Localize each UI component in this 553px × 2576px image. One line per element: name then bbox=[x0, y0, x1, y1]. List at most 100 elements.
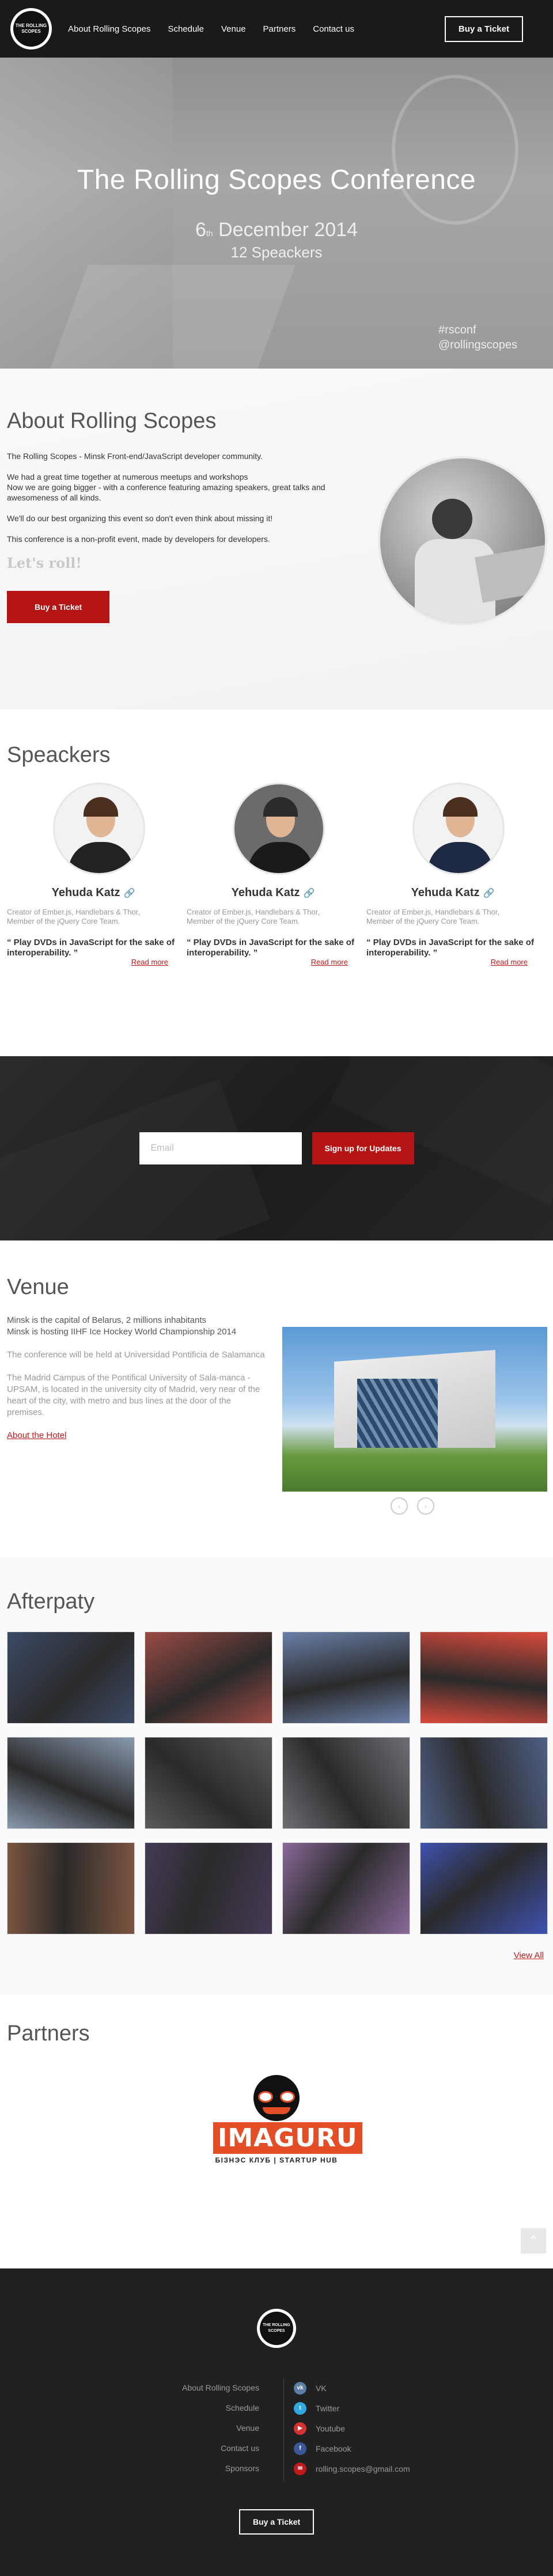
buy-ticket-button[interactable]: Buy a Ticket bbox=[239, 2509, 315, 2535]
speaker-name-row: Yehuda Katz 🔗 bbox=[7, 886, 180, 900]
facebook-icon: f bbox=[294, 2442, 306, 2455]
speaker-avatar[interactable] bbox=[412, 783, 505, 875]
nav-link-partners[interactable]: Partners bbox=[263, 24, 296, 34]
gallery-photo[interactable] bbox=[282, 1737, 410, 1829]
view-all-link[interactable]: View All bbox=[514, 1951, 544, 1960]
venue-line: Minsk is the capital of Belarus, 2 milli… bbox=[7, 1315, 206, 1325]
link-icon[interactable]: 🔗 bbox=[124, 889, 135, 898]
logo-text: THE ROLLING SCOPES bbox=[13, 11, 49, 47]
about-title: About Rolling Scopes bbox=[7, 409, 217, 433]
youtube-icon: ▶ bbox=[294, 2422, 306, 2435]
speaker-quote: “ Play DVDs in JavaScript for the sake o… bbox=[366, 938, 534, 958]
link-icon[interactable]: 🔗 bbox=[483, 889, 495, 898]
nav-link-contact[interactable]: Contact us bbox=[313, 24, 354, 34]
avatar-shape bbox=[84, 797, 118, 817]
speaker-quote: “ Play DVDs in JavaScript for the sake o… bbox=[187, 938, 354, 958]
sign-up-button[interactable]: Sign up for Updates bbox=[312, 1132, 414, 1164]
footer: THE ROLLING SCOPES About Rolling Scopes … bbox=[0, 2268, 553, 2576]
speaker-description: Creator of Ember.js, Handlebars & Thor, M… bbox=[366, 908, 539, 926]
read-more-link[interactable]: Read more bbox=[491, 958, 528, 966]
speaker-card: Yehuda Katz 🔗 Creator of Ember.js, Handle… bbox=[7, 783, 187, 968]
speaker-avatar[interactable] bbox=[53, 783, 145, 875]
about-hotel-link[interactable]: About the Hotel bbox=[7, 1431, 66, 1440]
email-icon: ✉ bbox=[294, 2462, 306, 2475]
footer-link-contact[interactable]: Contact us bbox=[182, 2438, 259, 2459]
nav-link-venue[interactable]: Venue bbox=[221, 24, 246, 34]
hero-background-shape bbox=[50, 265, 296, 369]
venue-text: Minsk is the capital of Belarus, 2 milli… bbox=[7, 1315, 266, 1441]
speaker-desc-line: Member of the jQuery Core Team. bbox=[187, 917, 300, 925]
imaguru-wordmark: IMAGURU bbox=[213, 2122, 362, 2154]
social-label: Youtube bbox=[316, 2423, 345, 2433]
hero-title: The Rolling Scopes Conference bbox=[77, 165, 476, 195]
carousel-next-button[interactable]: › bbox=[417, 1497, 434, 1515]
gallery-photo[interactable] bbox=[7, 1842, 135, 1934]
hero-date-rest: December 2014 bbox=[218, 219, 358, 241]
about-paragraph: We'll do our best organizing this event … bbox=[7, 514, 273, 523]
imaguru-mascot-icon bbox=[248, 2075, 305, 2121]
speaker-card: Yehuda Katz 🔗 Creator of Ember.js, Handle… bbox=[187, 783, 366, 968]
hero-background-shape bbox=[392, 75, 518, 225]
gallery-photo[interactable] bbox=[420, 1632, 548, 1724]
footer-link-sponsors[interactable]: Sponsors bbox=[182, 2459, 259, 2479]
read-more-link[interactable]: Read more bbox=[131, 958, 168, 966]
avatar-shape bbox=[428, 842, 493, 873]
about-paragraph: The Rolling Scopes - Minsk Front-end/Jav… bbox=[7, 452, 263, 461]
venue-photo bbox=[282, 1327, 547, 1492]
social-links: vk VK t Twitter ▶ Youtube f Facebook ✉ rolling.sc… bbox=[294, 2378, 410, 2479]
speakers-title: Speackers bbox=[7, 743, 111, 767]
footer-divider bbox=[283, 2378, 284, 2482]
twitter-icon: t bbox=[294, 2402, 306, 2415]
gallery-photo[interactable] bbox=[282, 1632, 410, 1724]
speaker-name: Yehuda Katz bbox=[51, 886, 120, 899]
avatar-shape bbox=[443, 797, 478, 817]
footer-logo[interactable]: THE ROLLING SCOPES bbox=[257, 2309, 296, 2348]
about-line: We had a great time together at numerous… bbox=[7, 472, 248, 481]
buy-ticket-button[interactable]: Buy a Ticket bbox=[7, 591, 110, 623]
imaguru-logo[interactable]: IMAGURU БІЗНЭС КЛУБ | STARTUP HUB bbox=[213, 2075, 362, 2164]
speaker-desc-line: Creator of Ember.js, Handlebars & Thor, bbox=[7, 908, 140, 916]
speaker-desc-line: Member of the jQuery Core Team. bbox=[7, 917, 120, 925]
social-link[interactable]: vk VK bbox=[294, 2378, 410, 2398]
gallery-photo[interactable] bbox=[420, 1737, 548, 1829]
social-label: Twitter bbox=[316, 2403, 340, 2413]
gallery-photo[interactable] bbox=[420, 1842, 548, 1934]
vk-icon: vk bbox=[294, 2381, 306, 2395]
gallery-photo[interactable] bbox=[145, 1632, 272, 1724]
email-field[interactable] bbox=[139, 1132, 302, 1164]
social-link[interactable]: ▶ Youtube bbox=[294, 2418, 410, 2438]
nav-link-schedule[interactable]: Schedule bbox=[168, 24, 204, 34]
social-label: Facebook bbox=[316, 2444, 351, 2453]
subscribe-section: Sign up for Updates bbox=[0, 1056, 553, 1240]
partners-title: Partners bbox=[7, 2021, 90, 2046]
gallery-photo[interactable] bbox=[145, 1737, 272, 1829]
footer-link-about[interactable]: About Rolling Scopes bbox=[182, 2378, 259, 2398]
link-icon[interactable]: 🔗 bbox=[304, 889, 315, 898]
about-section: About Rolling Scopes The Rolling Scopes … bbox=[0, 369, 553, 710]
social-link[interactable]: f Facebook bbox=[294, 2438, 410, 2459]
gallery-photo[interactable] bbox=[7, 1632, 135, 1724]
carousel-prev-button[interactable]: ‹ bbox=[391, 1497, 408, 1515]
gallery-photo[interactable] bbox=[282, 1842, 410, 1934]
speaker-desc-line: Creator of Ember.js, Handlebars & Thor, bbox=[366, 908, 499, 916]
speaker-desc-line: Member of the jQuery Core Team. bbox=[366, 917, 480, 925]
buy-ticket-button[interactable]: Buy a Ticket bbox=[444, 16, 523, 42]
hero-date-suffix: th bbox=[206, 229, 213, 238]
footer-logo-text: THE ROLLING SCOPES bbox=[260, 2312, 293, 2345]
gallery-photo[interactable] bbox=[145, 1842, 272, 1934]
speaker-avatar[interactable] bbox=[233, 783, 325, 875]
social-link[interactable]: ✉ rolling.scopes@gmail.com bbox=[294, 2459, 410, 2479]
nav-link-about[interactable]: About Rolling Scopes bbox=[68, 24, 150, 34]
social-link[interactable]: t Twitter bbox=[294, 2398, 410, 2418]
speaker-name-row: Yehuda Katz 🔗 bbox=[366, 886, 539, 900]
footer-link-schedule[interactable]: Schedule bbox=[182, 2398, 259, 2418]
footer-link-venue[interactable]: Venue bbox=[182, 2418, 259, 2438]
rolling-scopes-logo[interactable]: THE ROLLING SCOPES bbox=[10, 8, 52, 50]
venue-title: Venue bbox=[7, 1275, 69, 1299]
read-more-link[interactable]: Read more bbox=[311, 958, 348, 966]
scroll-to-top-button[interactable]: ⌃ bbox=[521, 2228, 546, 2253]
building-shape bbox=[357, 1379, 438, 1448]
gallery-photo[interactable] bbox=[7, 1737, 135, 1829]
afterpaty-section: Afterpaty View All bbox=[0, 1557, 553, 1995]
speaker-description: Creator of Ember.js, Handlebars & Thor, M… bbox=[187, 908, 359, 926]
